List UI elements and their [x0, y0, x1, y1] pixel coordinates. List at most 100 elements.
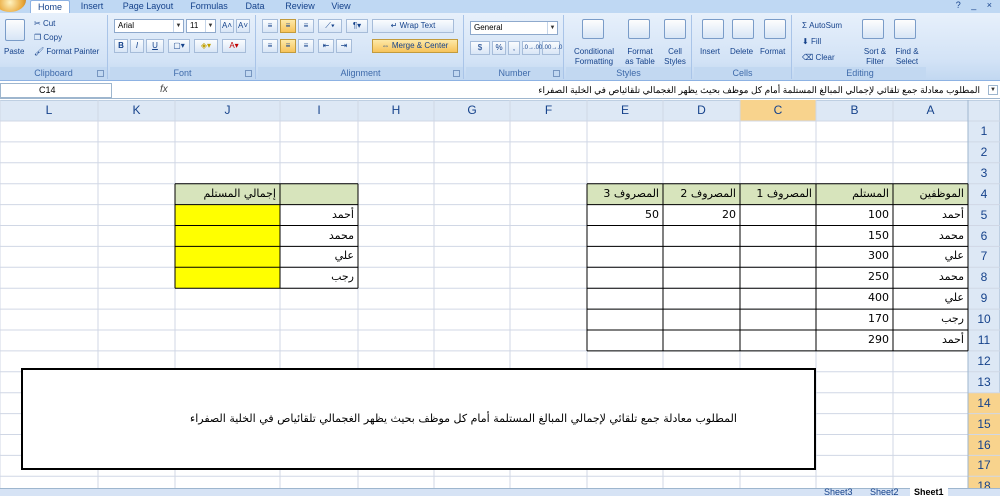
employee-name-cell[interactable]: محمد	[893, 226, 968, 247]
row-header-1[interactable]: 1	[968, 121, 1000, 142]
text-direction-button[interactable]: ¶▾	[346, 19, 368, 33]
received-amount-cell[interactable]: 400	[816, 288, 893, 309]
column-header-j[interactable]: J	[175, 100, 280, 121]
align-bottom-button[interactable]: ≡	[298, 19, 314, 33]
summary-name-cell[interactable]: علي	[280, 246, 358, 267]
clipboard-launcher-icon[interactable]	[97, 70, 104, 77]
employee-name-cell[interactable]: أحمد	[893, 205, 968, 226]
percent-button[interactable]: %	[492, 41, 506, 55]
merge-center-button[interactable]: ⇔ Merge & Center	[372, 39, 458, 53]
formula-input[interactable]: المطلوب معادلة جمع تلقائي لإجمالي المبال…	[178, 83, 986, 98]
row-header-2[interactable]: 2	[968, 142, 1000, 163]
cut-button[interactable]: ✂ Cut	[34, 19, 55, 29]
received-amount-cell[interactable]: 100	[816, 205, 893, 226]
row-header-16[interactable]: 16	[968, 435, 1000, 456]
font-color-button[interactable]: A▾	[222, 39, 246, 53]
row-header-6[interactable]: 6	[968, 226, 1000, 247]
conditional-formatting-button[interactable]: Conditional Formatting	[568, 47, 620, 67]
row-header-18[interactable]: 18	[968, 476, 1000, 488]
clear-button[interactable]: ⌫ Clear	[802, 53, 835, 63]
row-header-12[interactable]: 12	[968, 351, 1000, 372]
format-button[interactable]: Format	[760, 47, 785, 57]
font-size-select[interactable]: 11 ▼	[186, 19, 216, 33]
column-header-a[interactable]: A	[893, 100, 968, 121]
alignment-launcher-icon[interactable]	[453, 70, 460, 77]
align-center-button[interactable]: ≡	[280, 39, 296, 53]
column-header-i[interactable]: I	[280, 100, 358, 121]
column-header-g[interactable]: G	[434, 100, 510, 121]
tab-page-layout[interactable]: Page Layout	[118, 0, 178, 13]
increase-indent-button[interactable]: ⇥	[336, 39, 352, 53]
tab-insert[interactable]: Insert	[74, 0, 110, 13]
tab-data[interactable]: Data	[240, 0, 270, 13]
column-header-k[interactable]: K	[98, 100, 175, 121]
fill-button[interactable]: ⬇ Fill	[802, 37, 821, 47]
borders-button[interactable]: ▢▾	[168, 39, 190, 53]
decrease-decimal-button[interactable]: .00→.0	[542, 41, 562, 55]
row-header-7[interactable]: 7	[968, 246, 1000, 267]
row-header-4[interactable]: 4	[968, 184, 1000, 205]
tab-formulas[interactable]: Formulas	[184, 0, 234, 13]
row-header-15[interactable]: 15	[968, 414, 1000, 435]
tab-home[interactable]: Home	[30, 0, 70, 14]
column-header-l[interactable]: L	[0, 100, 98, 121]
office-button[interactable]	[0, 0, 26, 12]
row-header-17[interactable]: 17	[968, 455, 1000, 476]
summary-name-cell[interactable]: محمد	[280, 226, 358, 247]
copy-button[interactable]: ❐ Copy	[34, 33, 62, 43]
sort-filter-button[interactable]: Sort & Filter	[860, 47, 890, 67]
find-select-button[interactable]: Find & Select	[892, 47, 922, 67]
align-top-button[interactable]: ≡	[262, 19, 278, 33]
align-middle-button[interactable]: ≡	[280, 19, 296, 33]
header-employees[interactable]: الموظفين	[893, 184, 968, 205]
row-header-5[interactable]: 5	[968, 205, 1000, 226]
format-painter-button[interactable]: 🖌 Format Painter	[34, 47, 99, 57]
column-header-c[interactable]: C	[740, 100, 816, 121]
header-received[interactable]: المستلم	[816, 184, 893, 205]
worksheet-grid[interactable]: LKJIHGFEDCBA 1 2 3 4 5 6 7 8 9 10 11 12 13 14 15 16 17 18…	[0, 100, 1000, 488]
sheet-tab-sheet2[interactable]: Sheet2	[866, 487, 903, 496]
window-controls[interactable]: ? _ ×	[956, 0, 996, 13]
cell-styles-button[interactable]: Cell Styles	[658, 47, 692, 67]
expand-formula-bar-icon[interactable]: ▼	[988, 85, 998, 95]
received-amount-cell[interactable]: 150	[816, 226, 893, 247]
tab-review[interactable]: Review	[280, 0, 320, 13]
row-header-8[interactable]: 8	[968, 267, 1000, 288]
column-header-h[interactable]: H	[358, 100, 434, 121]
align-right-button[interactable]: ≡	[298, 39, 314, 53]
column-header-e[interactable]: E	[587, 100, 663, 121]
tab-view[interactable]: View	[326, 0, 356, 13]
row-header-14[interactable]: 14	[968, 393, 1000, 414]
summary-header-cell[interactable]: إجمالي المستلم	[175, 184, 280, 205]
autosum-button[interactable]: Σ AutoSum	[802, 21, 842, 31]
delete-button[interactable]: Delete	[730, 47, 753, 57]
yellow-total-cell[interactable]	[175, 204, 280, 226]
decrease-indent-button[interactable]: ⇤	[318, 39, 334, 53]
received-amount-cell[interactable]: 290	[816, 330, 893, 351]
column-header-f[interactable]: F	[510, 100, 587, 121]
received-amount-cell[interactable]: 170	[816, 309, 893, 330]
row-header-3[interactable]: 3	[968, 163, 1000, 184]
bold-button[interactable]: B	[114, 39, 128, 53]
orientation-button[interactable]: ⟋▾	[318, 19, 342, 33]
header-expense-3[interactable]: المصروف 3	[587, 184, 663, 205]
grow-font-button[interactable]: A˄	[220, 19, 234, 33]
format-as-table-button[interactable]: Format as Table	[622, 47, 658, 67]
fill-color-button[interactable]: ◈▾	[194, 39, 218, 53]
instruction-textbox[interactable]: المطلوب معادلة جمع تلقائي لإجمالي المبال…	[21, 368, 816, 470]
employee-name-cell[interactable]: علي	[893, 288, 968, 309]
align-left-button[interactable]: ≡	[262, 39, 278, 53]
fx-icon[interactable]: fx	[116, 83, 176, 98]
expense-3-cell[interactable]: 50	[587, 205, 663, 226]
yellow-total-cell[interactable]	[175, 225, 280, 247]
name-box[interactable]: C14	[0, 83, 112, 98]
employee-name-cell[interactable]: رجب	[893, 309, 968, 330]
comma-button[interactable]: ,	[508, 41, 520, 55]
insert-button[interactable]: Insert	[700, 47, 720, 57]
underline-button[interactable]: U	[146, 39, 164, 53]
yellow-total-cell[interactable]	[175, 246, 280, 268]
number-launcher-icon[interactable]	[553, 70, 560, 77]
shrink-font-button[interactable]: A˅	[236, 19, 250, 33]
received-amount-cell[interactable]: 250	[816, 267, 893, 288]
column-header-d[interactable]: D	[663, 100, 740, 121]
